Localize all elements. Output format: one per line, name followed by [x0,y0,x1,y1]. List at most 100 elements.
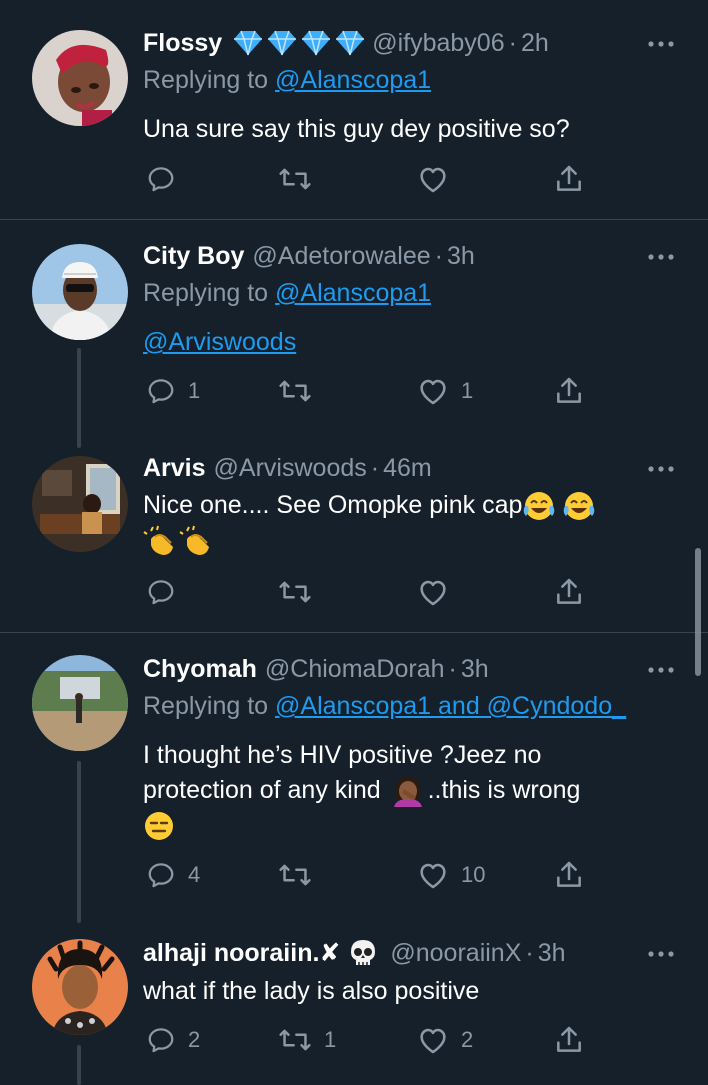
handle[interactable]: @ifybaby06 [372,29,504,58]
handle[interactable]: @Adetorowalee [252,242,430,271]
retweet-icon [279,864,311,886]
retweet-button[interactable] [278,159,324,199]
mention-link[interactable]: @Arviswoods [143,328,296,356]
avatar[interactable] [32,244,128,340]
handle[interactable]: @ChiomaDorah [265,655,445,684]
blue-diamond-icon [268,30,297,56]
handle[interactable]: @nooraiinX [390,939,521,968]
like-count: 10 [461,862,486,887]
action-bar [0,159,708,199]
like-button[interactable] [417,572,461,612]
share-button[interactable] [553,1020,585,1060]
reply-button[interactable]: 4 [146,855,200,895]
timestamp[interactable]: 3h [447,242,475,271]
share-button[interactable] [553,371,585,411]
like-button[interactable]: 1 [417,371,473,411]
share-icon [557,377,581,403]
more-options-icon[interactable] [646,454,676,484]
retweet-button[interactable] [278,855,324,895]
display-name[interactable]: Flossy [143,29,222,58]
separator-dot: · [508,28,517,57]
clapping-hands-icon [143,526,173,556]
reply-icon [148,863,174,888]
blue-diamond-icon [234,30,263,56]
display-name[interactable]: Chyomah [143,655,257,684]
share-button[interactable] [553,572,585,612]
scrollbar[interactable] [695,548,701,676]
action-bar: 4 10 [0,855,708,895]
replying-to-label: Replying to [143,66,269,94]
reply-button[interactable] [146,572,188,612]
reply-count: 2 [188,1027,201,1052]
share-button[interactable] [553,159,585,199]
tweet[interactable]: City Boy @Adetorowalee · 3h Replying to … [0,220,708,450]
reply-button[interactable]: 2 [146,1020,200,1060]
replying-to: Replying to @Alanscopa1 [143,66,431,95]
retweet-icon [279,168,311,190]
avatar[interactable] [32,655,128,751]
more-options-icon[interactable] [646,939,676,969]
clapping-hands-icon [179,526,209,556]
replying-to-label: Replying to [143,692,269,720]
separator-dot: · [448,654,457,683]
like-button[interactable]: 2 [417,1020,473,1060]
tweet[interactable]: Flossy @ifybaby06 · 2h Replying to @Alan… [0,0,708,220]
more-options-icon[interactable] [646,242,676,272]
tweet[interactable]: Arvis @Arviswoods · 46m Nice one.... See… [0,450,708,632]
tweet-text: Una sure say this guy dey positive so? [143,115,570,143]
heart-icon [420,580,446,606]
reply-count: 4 [188,862,201,887]
reply-button[interactable]: 1 [146,371,200,411]
more-options-icon[interactable] [646,655,676,685]
tweet[interactable]: alhaji nooraiin.✘ @nooraiinX · 3h what i… [0,923,708,1085]
tweet-header: Chyomah @ChiomaDorah · 3h [143,652,628,686]
tweet-header: City Boy @Adetorowalee · 3h [143,239,628,273]
separator-dot: · [525,938,534,967]
timestamp[interactable]: 46m [383,454,432,483]
handle[interactable]: @Arviswoods [214,454,367,483]
like-count: 2 [461,1027,474,1052]
skull-icon [351,940,376,965]
display-name[interactable]: alhaji nooraiin.✘ [143,938,340,968]
tweet[interactable]: Chyomah @ChiomaDorah · 3h Replying to @A… [0,633,708,923]
timestamp[interactable]: 2h [521,29,549,58]
tweet-header: Arvis @Arviswoods · 46m [143,451,628,485]
share-button[interactable] [553,855,585,895]
tweet-text-content: Nice one.... See Omopke pink cap [143,491,523,519]
replying-to: Replying to @Alanscopa1 and @Cyndodo_ [143,692,626,721]
tweet-text: what if the lady is also positive [143,977,480,1005]
reply-button[interactable] [146,159,188,199]
mention-link[interactable]: @Alanscopa1 and @Cyndodo_ [275,692,626,720]
mention-link[interactable]: @Alanscopa1 [275,279,431,307]
retweet-button[interactable] [278,572,324,612]
display-name[interactable]: Arvis [143,454,206,483]
display-name[interactable]: City Boy [143,242,244,271]
heart-icon [420,379,446,405]
retweet-count: 1 [324,1027,337,1052]
heart-icon [420,167,446,193]
tweet-text-line: I thought he’s HIV positive ?Jeez no [143,741,542,769]
retweet-button[interactable]: 1 [278,1020,336,1060]
timestamp[interactable]: 3h [461,655,489,684]
separator-dot: · [434,241,443,270]
replying-to: Replying to @Alanscopa1 [143,279,431,308]
mention-link[interactable]: @Alanscopa1 [275,66,431,94]
avatar[interactable] [32,30,128,126]
badges [230,29,366,57]
reply-icon [148,580,174,605]
like-button[interactable]: 10 [417,855,485,895]
reply-icon [148,167,174,192]
tweet-text-line: ..this is wrong [427,776,581,804]
like-button[interactable] [417,159,461,199]
timestamp[interactable]: 3h [538,939,566,968]
retweet-icon [279,581,311,603]
share-icon [557,861,581,887]
like-count: 1 [461,378,474,403]
heart-icon [420,1028,446,1054]
avatar[interactable] [32,456,128,552]
separator-dot: · [370,453,380,482]
share-icon [557,578,581,604]
retweet-button[interactable] [278,371,324,411]
tweet-header: alhaji nooraiin.✘ @nooraiinX · 3h [143,936,628,970]
more-options-icon[interactable] [646,29,676,59]
